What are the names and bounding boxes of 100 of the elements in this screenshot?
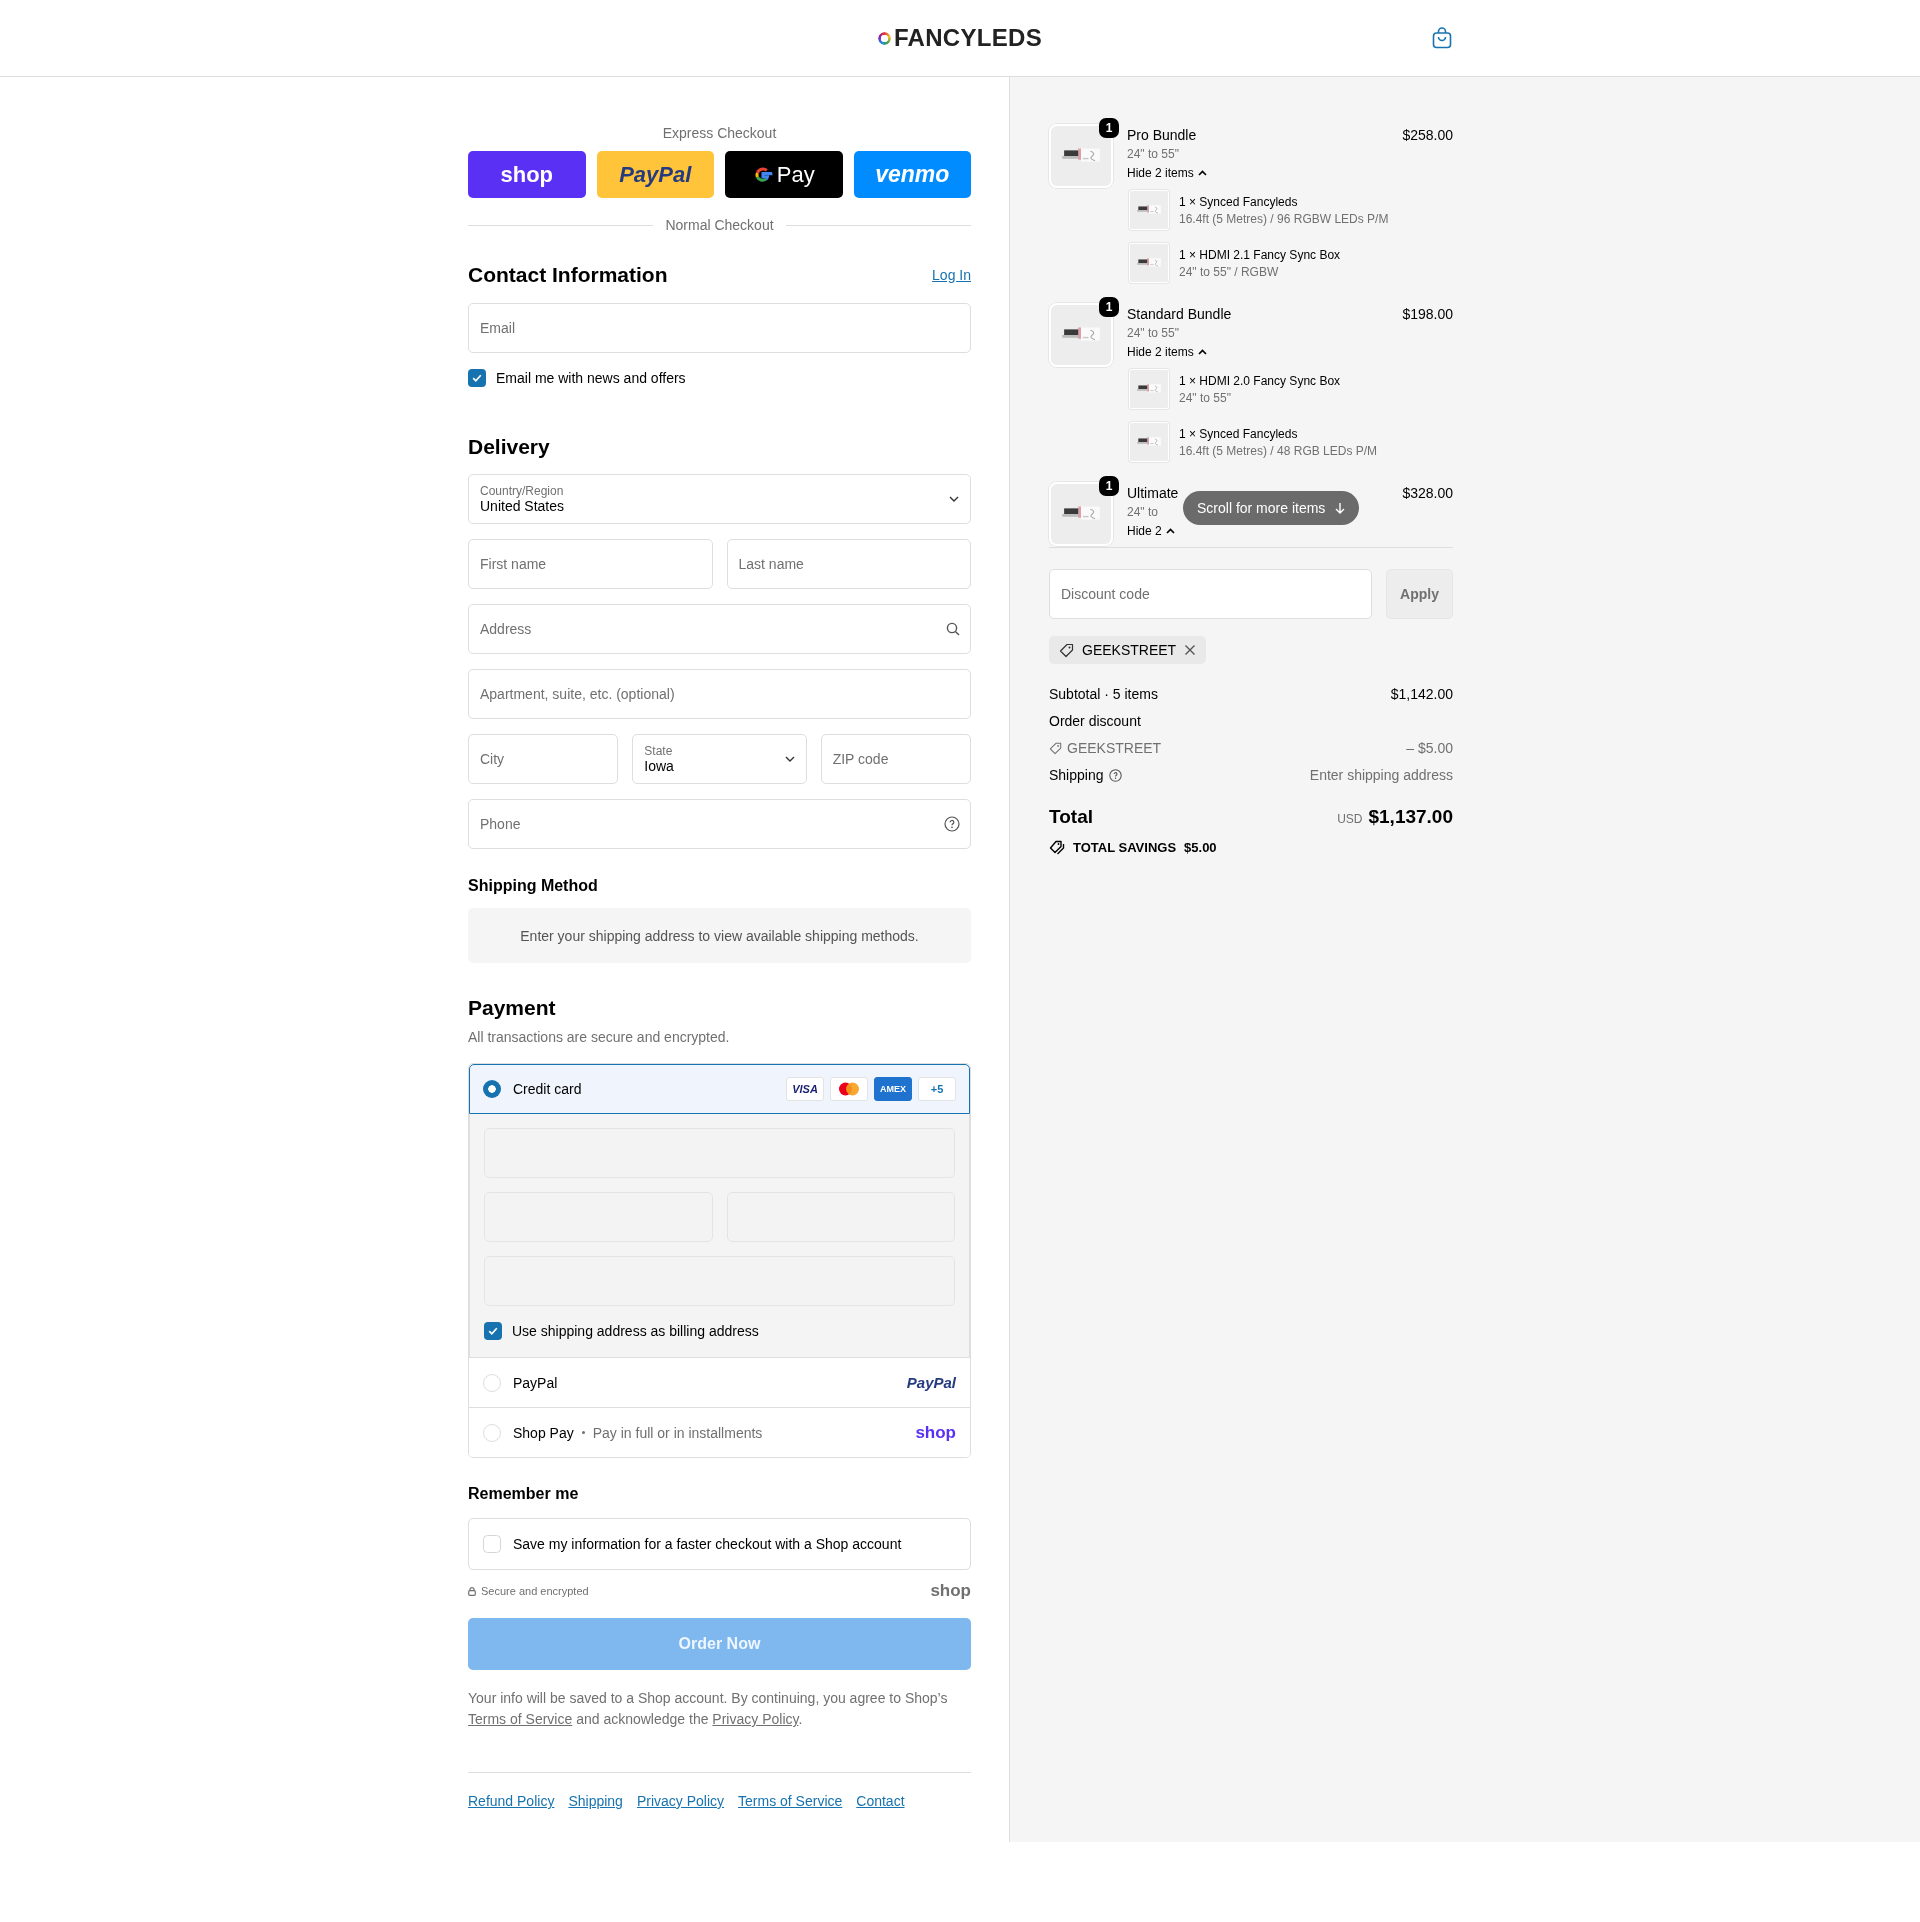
venmo-button[interactable]: venmo [853, 151, 971, 198]
card-brand-icon [830, 1077, 868, 1101]
legal-text: Your info will be saved to a Shop account. By continuing, you agree to Shop’s Terms of Service and acknowledge the Privacy Policy. [468, 1689, 949, 1729]
footer-link[interactable]: Shipping [568, 1791, 623, 1811]
toggle-items-button[interactable]: Hide 2 items [1127, 164, 1207, 182]
section-label: Express Checkout [661, 125, 778, 141]
payment-option[interactable]: Shop Pay Pay in full or in installments shop [469, 1407, 970, 1457]
select-field[interactable]: Country/Region United States [468, 474, 971, 524]
payment-option[interactable]: Credit card VISA AMEX +5 [469, 1064, 970, 1114]
product-variant: 24" to 55" [1127, 146, 1179, 163]
discount-field[interactable]: Discount code [1049, 569, 1372, 619]
summary-value: $1,142.00 [1390, 685, 1453, 704]
summary-value: Enter shipping address [1309, 766, 1453, 785]
section-heading: Contact Information [468, 262, 668, 288]
currency-code: USD [1337, 812, 1363, 826]
phone-field[interactable]: Phone [468, 799, 971, 849]
component-title: 1 × HDMI 2.1 Fancy Sync Box [1179, 247, 1341, 264]
address-field[interactable]: Address [468, 604, 971, 654]
summary-label: Order discount [1049, 712, 1141, 731]
shop-pay-button[interactable]: shop [468, 151, 586, 198]
policy-link[interactable]: Terms of Service [468, 1711, 573, 1727]
payment-note: Pay in full or in installments [592, 1424, 763, 1441]
discount-code: GEEKSTREET [1082, 642, 1177, 658]
product-title: Ultimate [1127, 484, 1179, 502]
tags-icon [1049, 840, 1065, 855]
select-field[interactable]: State Iowa [632, 734, 807, 784]
product-price: $258.00 [1402, 126, 1453, 144]
chevron-up-icon [1165, 528, 1175, 534]
remember-option[interactable]: Save my information for a faster checkout with a Shop account [468, 1518, 971, 1570]
component-title: 1 × HDMI 2.0 Fancy Sync Box [1179, 373, 1341, 390]
google-pay-button[interactable]: Pay [725, 151, 843, 198]
divider-label: Normal Checkout [665, 216, 774, 234]
input-field[interactable]: ZIP code [820, 734, 971, 784]
paypal-logo: PayPal [906, 1374, 956, 1391]
scroll-hint-label: Scroll for more items [1197, 500, 1326, 516]
product-price: $198.00 [1402, 305, 1453, 323]
logo-text: FANCYLEDS [893, 24, 1043, 52]
section-heading: Payment [468, 995, 557, 1021]
checkbox[interactable] [484, 1322, 502, 1340]
card-brand-badge: VISA [786, 1077, 824, 1101]
section-heading: Shipping Method [468, 876, 599, 896]
input-field[interactable]: First name [468, 539, 713, 589]
help-icon[interactable] [1108, 768, 1122, 782]
component-variant: 24" to 55" [1179, 390, 1232, 406]
checkbox[interactable] [483, 1535, 501, 1553]
radio-button[interactable] [483, 1423, 501, 1442]
savings-value: $5.00 [1184, 840, 1217, 855]
section-heading: Delivery [468, 434, 551, 460]
apply-button[interactable]: Apply [1386, 569, 1453, 619]
product-variant: 24" to [1127, 504, 1158, 521]
product-title: Pro Bundle [1127, 126, 1197, 144]
product-title: Standard Bundle [1127, 305, 1232, 323]
summary-label: Shipping [1049, 766, 1104, 785]
checkbox[interactable] [468, 369, 486, 387]
product-variant: 24" to 55" [1127, 325, 1179, 342]
toggle-items-button[interactable]: Hide 2 [1127, 522, 1175, 540]
arrow-down-icon [1335, 502, 1346, 514]
chevron-up-icon [1197, 170, 1207, 176]
logo-ring-icon [877, 31, 891, 45]
payment-label: Credit card [513, 1081, 582, 1097]
payment-label: Shop Pay [513, 1424, 574, 1441]
shipping-notice: Enter your shipping address to view available shipping methods. [468, 908, 971, 963]
radio-button[interactable] [483, 1080, 501, 1098]
section-heading: Remember me [468, 1484, 580, 1504]
login-link[interactable]: Log In [932, 267, 971, 283]
paypal-button[interactable]: PayPal [596, 151, 714, 198]
total-value: $1,137.00 [1368, 806, 1453, 828]
footer-link[interactable]: Privacy Policy [636, 1791, 725, 1811]
component-title: 1 × Synced Fancyleds [1179, 426, 1299, 443]
footer-link[interactable]: Contact [856, 1791, 905, 1811]
checkbox-label: Use shipping address as billing address [512, 1322, 759, 1341]
quantity-badge: 1 [1099, 297, 1119, 317]
card-brand-badge: AMEX [874, 1077, 912, 1101]
component-title: 1 × Synced Fancyleds [1179, 194, 1299, 211]
email-field[interactable]: Email [468, 303, 971, 353]
more-cards-badge: +5 [918, 1077, 956, 1101]
footer-link[interactable]: Refund Policy [468, 1791, 555, 1811]
shop-logo: shop [930, 1581, 971, 1601]
summary-label: Subtotal · 5 items [1049, 685, 1158, 704]
shopping-bag-icon[interactable] [1432, 27, 1452, 49]
scroll-hint-tooltip[interactable]: Scroll for more items [1183, 491, 1360, 525]
radio-button[interactable] [483, 1373, 501, 1392]
checkbox-label: Save my information for a faster checkout with a Shop account [513, 1536, 902, 1552]
input-field[interactable]: Apartment, suite, etc. (optional) [468, 669, 971, 719]
search-icon [946, 622, 960, 636]
tag-icon [1059, 642, 1074, 658]
input-field[interactable]: Last name [726, 539, 971, 589]
product-price: $328.00 [1402, 484, 1453, 502]
section-subtitle: All transactions are secure and encrypted. [468, 1029, 731, 1046]
component-variant: 16.4ft (5 Metres) / 48 RGB LEDs P/M [1179, 443, 1378, 459]
chevron-down-icon [949, 496, 959, 502]
input-field[interactable]: City [468, 734, 619, 784]
toggle-items-button[interactable]: Hide 2 items [1127, 343, 1207, 361]
checkbox-label: Email me with news and offers [496, 369, 686, 388]
close-icon[interactable] [1184, 644, 1197, 656]
discount-code: GEEKSTREET [1067, 739, 1162, 758]
quantity-badge: 1 [1099, 476, 1119, 496]
payment-label: PayPal [513, 1374, 558, 1391]
footer-link[interactable]: Terms of Service [738, 1791, 843, 1811]
secure-note: Secure and encrypted [481, 1585, 589, 1597]
